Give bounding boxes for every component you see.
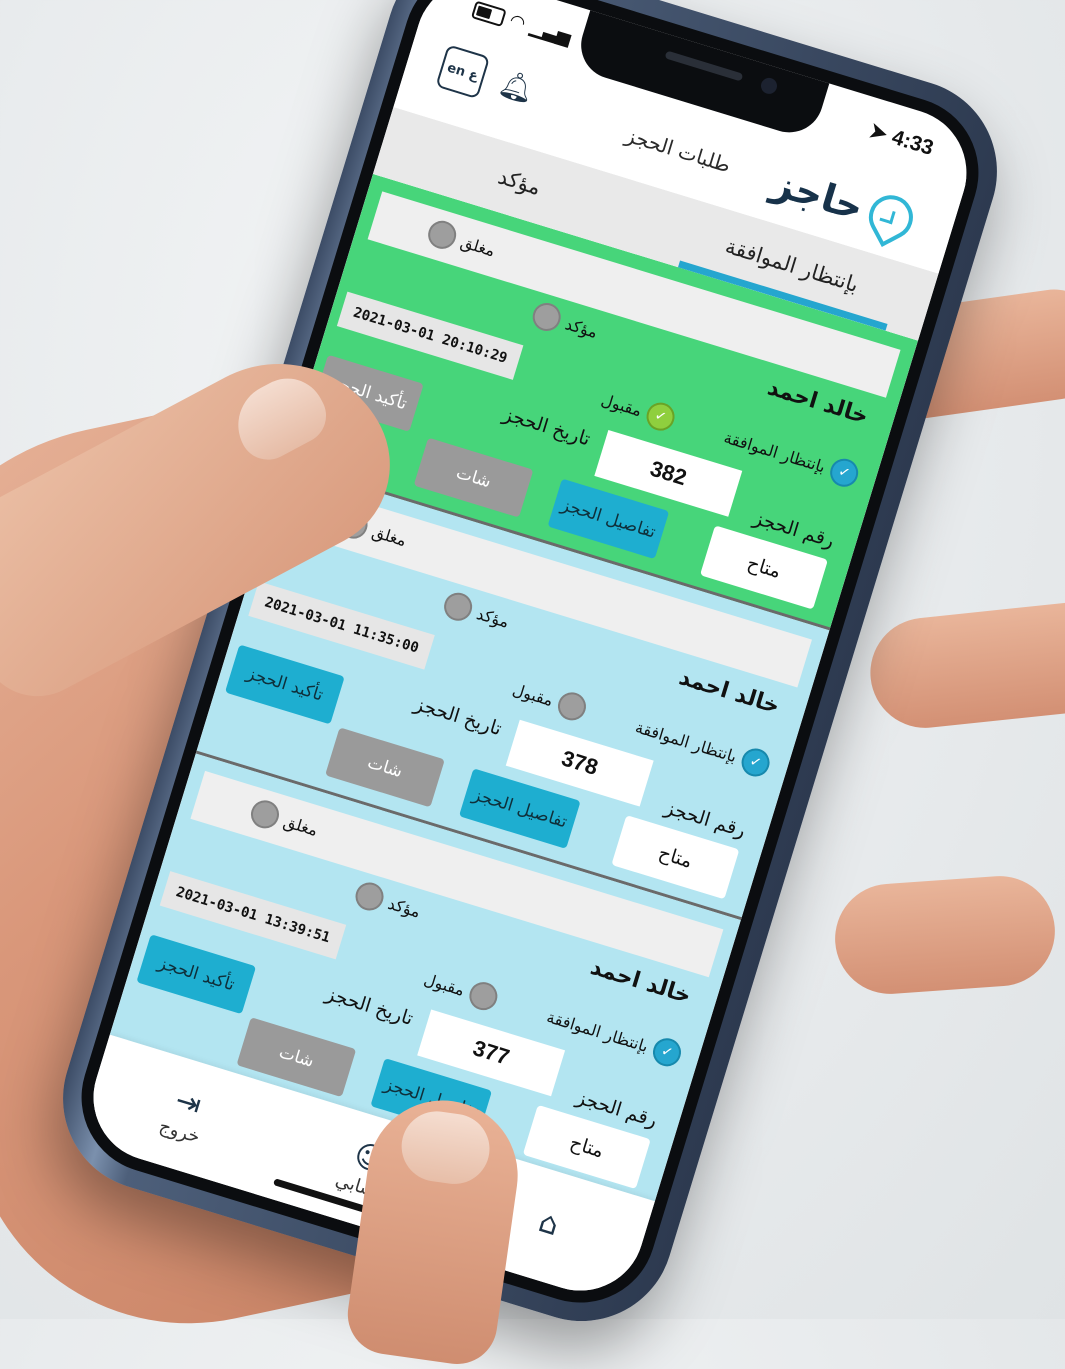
- option-closed[interactable]: مغلق: [247, 796, 322, 844]
- option-confirmed-label: مؤكد: [474, 603, 512, 632]
- option-accepted-label: مقبول: [421, 969, 468, 1000]
- chat-button[interactable]: شات: [325, 727, 445, 808]
- option-accepted-label: مقبول: [510, 679, 556, 710]
- booking-date-label: تاريخ الحجز: [323, 982, 416, 1030]
- radio-accepted[interactable]: [465, 978, 501, 1014]
- front-camera: [759, 75, 779, 96]
- logout-icon: ⇥: [171, 1082, 206, 1123]
- thumbnail: [223, 365, 336, 470]
- option-closed-label: مغلق: [281, 811, 321, 840]
- checkbox-waiting-checked[interactable]: ✓: [738, 745, 774, 781]
- radio-closed[interactable]: [247, 796, 283, 832]
- chat-button[interactable]: شات: [413, 437, 534, 518]
- checkbox-waiting-checked[interactable]: ✓: [826, 455, 862, 491]
- option-confirmed-label: مؤكد: [385, 893, 423, 922]
- speaker: [664, 50, 744, 82]
- home-icon: ⌂: [534, 1204, 563, 1244]
- option-accepted-label: مقبول: [599, 389, 645, 420]
- option-closed[interactable]: مغلق: [424, 217, 499, 264]
- option-confirmed-label: مؤكد: [563, 313, 601, 342]
- confirm-booking-button[interactable]: تأكيد الحجز: [224, 644, 345, 725]
- radio-accepted-checked[interactable]: ✓: [643, 399, 679, 435]
- wifi-icon: ◠: [506, 9, 529, 35]
- battery-icon: [471, 0, 507, 27]
- confirm-booking-button[interactable]: تأكيد الحجز: [136, 934, 257, 1015]
- finger: [864, 596, 1065, 734]
- option-closed-label: مغلق: [458, 231, 498, 260]
- booking-date-label: تاريخ الحجز: [500, 403, 593, 451]
- checkbox-waiting-checked[interactable]: ✓: [649, 1034, 685, 1070]
- finger: [831, 872, 1059, 998]
- option-closed-label: مغلق: [369, 521, 409, 550]
- radio-accepted[interactable]: [554, 688, 590, 724]
- radio-closed[interactable]: [424, 217, 460, 253]
- radio-confirmed[interactable]: [352, 879, 388, 914]
- radio-confirmed[interactable]: [529, 299, 565, 335]
- radio-confirmed[interactable]: [440, 589, 476, 625]
- signal-bars-icon: ▁▃▅: [527, 16, 574, 49]
- time-text: 4:33: [889, 125, 937, 160]
- location-pin-clock-icon: [861, 187, 921, 248]
- logo-text: حاجز: [767, 160, 869, 230]
- booking-list: مغلق خالد احمد مؤكد ✓ بإنتظار الموافقة ✓…: [107, 173, 919, 1211]
- thumbnail: [397, 1106, 495, 1189]
- booking-date-label: تاريخ الحجز: [411, 692, 505, 741]
